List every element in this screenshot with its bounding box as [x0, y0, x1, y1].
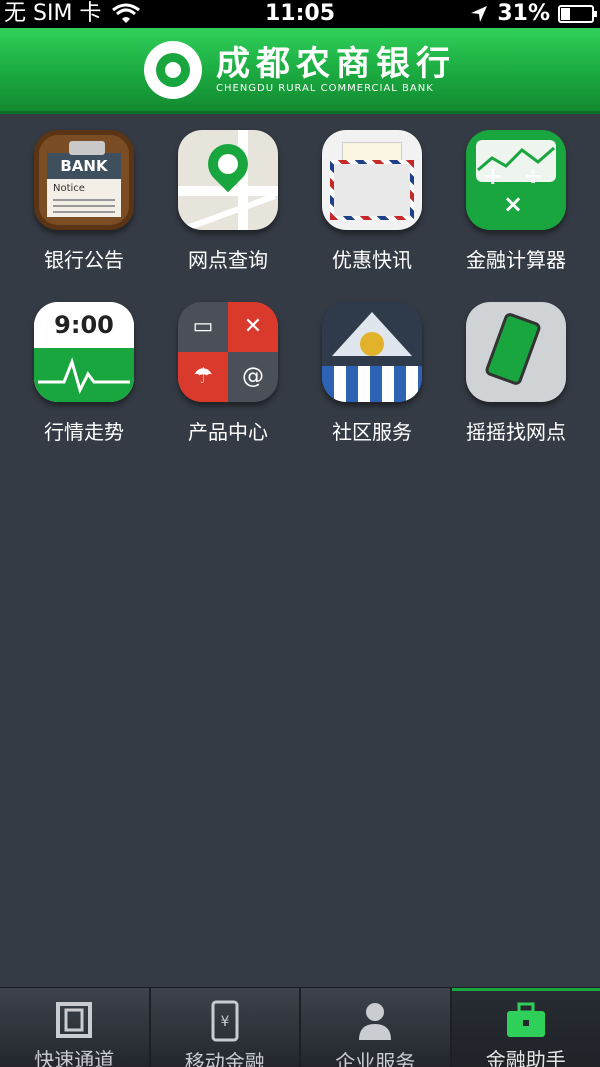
tab-label: 企业服务	[335, 1050, 416, 1067]
battery-fill	[561, 8, 570, 20]
app-label: 网点查询	[188, 248, 268, 272]
app-label: 产品中心	[188, 420, 268, 444]
tab-label: 金融助手	[485, 1048, 566, 1067]
bank-notice-icon: BANK Notice	[34, 130, 134, 230]
briefcase-icon	[504, 1000, 548, 1040]
market-trend-time: 9:00	[34, 302, 134, 348]
calculator-keys: + ÷ ×	[482, 162, 550, 218]
bank-notice-icon-subtext: Notice	[53, 183, 85, 194]
shake-phone-icon	[466, 302, 566, 402]
app-header: 成都农商银行 CHENGDU RURAL COMMERCIAL BANK	[0, 28, 600, 114]
mobile-yuan-icon: ¥	[203, 1000, 247, 1042]
bank-logo-text: 成都农商银行 CHENGDU RURAL COMMERCIAL BANK	[216, 45, 456, 94]
app-label: 摇摇找网点	[466, 420, 566, 444]
app-label: 银行公告	[44, 248, 124, 272]
product-center-icon: ▭ ✕ ☂ @	[178, 302, 278, 402]
app-product-center[interactable]: ▭ ✕ ☂ @ 产品中心	[156, 302, 300, 462]
app-promotions[interactable]: 优惠快讯	[300, 130, 444, 290]
tab-finance-assistant[interactable]: 金融助手	[451, 988, 600, 1067]
market-trend-icon: 9:00	[34, 302, 134, 402]
app-calculator[interactable]: + ÷ × 金融计算器	[444, 130, 588, 290]
tab-mobile-finance[interactable]: ¥ 移动金融	[151, 988, 301, 1067]
bank-logo-icon	[144, 40, 202, 99]
tab-label: 快速通道	[34, 1048, 115, 1067]
bank-notice-icon-text: BANK	[47, 153, 121, 179]
bottom-tab-bar: 快速通道 ¥ 移动金融 企业服务 金融助手	[0, 987, 600, 1067]
app-label: 金融计算器	[466, 248, 566, 272]
tab-quick-access[interactable]: 快速通道	[0, 988, 151, 1067]
status-bar: 无 SIM 卡 11:05 31%	[0, 0, 600, 28]
app-label: 优惠快讯	[332, 248, 412, 272]
location-arrow-icon	[471, 6, 488, 22]
svg-text:¥: ¥	[220, 1014, 229, 1030]
battery-icon	[558, 5, 597, 23]
bank-name-en: CHENGDU RURAL COMMERCIAL BANK	[216, 83, 434, 94]
bank-name-cn: 成都农商银行	[216, 44, 456, 84]
mail-envelope-icon	[322, 130, 422, 230]
tab-business-service[interactable]: 企业服务	[301, 988, 452, 1067]
business-person-icon	[353, 1000, 397, 1042]
community-shop-icon	[322, 302, 422, 402]
app-market-trend[interactable]: 9:00 行情走势	[12, 302, 156, 462]
tab-label: 移动金融	[184, 1050, 265, 1067]
map-pin-icon	[178, 130, 278, 230]
app-label: 社区服务	[332, 420, 412, 444]
battery-percent: 31%	[497, 1, 550, 26]
app-branch-search[interactable]: 网点查询	[156, 130, 300, 290]
app-bank-notice[interactable]: BANK Notice 银行公告	[12, 130, 156, 290]
app-label: 行情走势	[44, 420, 124, 444]
status-right: 31%	[469, 0, 597, 28]
app-community-service[interactable]: 社区服务	[300, 302, 444, 462]
film-strip-icon	[52, 1000, 96, 1040]
calculator-icon: + ÷ ×	[466, 130, 566, 230]
app-shake-find-branch[interactable]: 摇摇找网点	[444, 302, 588, 462]
